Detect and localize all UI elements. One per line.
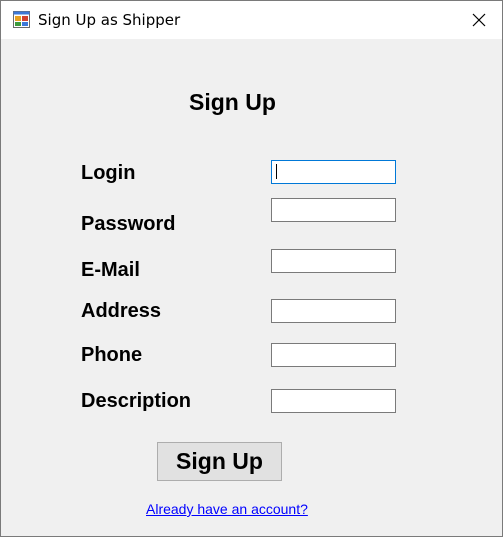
text-caret: [276, 164, 277, 179]
form-app-icon: [13, 11, 30, 28]
email-label: E-Mail: [81, 259, 140, 281]
close-icon: [472, 13, 486, 27]
login-link[interactable]: Already have an account?: [146, 501, 308, 517]
address-label: Address: [81, 300, 162, 322]
phone-field[interactable]: [271, 343, 396, 367]
page-title: Sign Up: [189, 89, 276, 115]
description-field[interactable]: [271, 389, 396, 413]
signup-window: Sign Up as Shipper Sign Up Login Passwor…: [0, 0, 503, 537]
address-field[interactable]: [271, 299, 396, 323]
login-field[interactable]: [271, 160, 396, 184]
signup-button[interactable]: Sign Up: [157, 442, 282, 481]
email-field[interactable]: [271, 249, 396, 273]
title-bar[interactable]: Sign Up as Shipper: [1, 1, 502, 39]
phone-label: Phone: [81, 344, 143, 366]
password-label: Password: [81, 213, 176, 235]
login-label: Login: [81, 162, 136, 184]
description-label: Description: [81, 390, 192, 412]
close-button[interactable]: [456, 1, 502, 39]
password-field[interactable]: [271, 198, 396, 222]
window-title: Sign Up as Shipper: [38, 11, 181, 29]
